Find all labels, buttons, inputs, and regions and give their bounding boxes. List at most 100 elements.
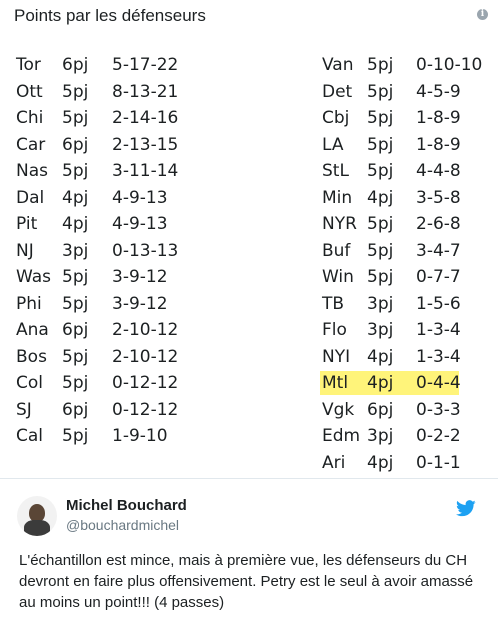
stat-team: Col [16, 373, 43, 393]
stat-team: Min [322, 187, 353, 208]
stat-pts: 0-2-2 [416, 426, 461, 446]
media-title: Points par les défenseurs [14, 6, 206, 25]
stat-pts: 0-10-10 [416, 55, 483, 75]
stat-pts: 3-11-14 [112, 161, 179, 181]
stat-gp: 5pj [62, 161, 89, 181]
stat-pts: 2-10-12 [112, 320, 179, 340]
stat-gp: 4pj [62, 214, 89, 234]
stat-gp: 6pj [62, 55, 89, 75]
stat-team: Mtl [322, 373, 349, 393]
stat-team: Pit [16, 214, 38, 234]
stat-gp: 5pj [367, 240, 394, 261]
stat-pts: 0-1-1 [416, 452, 461, 473]
stat-pts: 0-12-12 [112, 399, 179, 420]
stat-team: LA [322, 134, 344, 155]
stat-team: NYI [322, 346, 351, 367]
stat-gp: 3pj [62, 240, 89, 261]
info-icon[interactable]: i [477, 9, 488, 20]
stat-pts: 8-13-21 [112, 81, 179, 102]
stat-gp: 5pj [62, 426, 89, 446]
stat-gp: 5pj [367, 214, 394, 234]
stat-team: StL [322, 161, 349, 181]
stat-team: Dal [16, 187, 45, 208]
stat-gp: 5pj [367, 81, 394, 102]
stat-pts: 2-6-8 [416, 214, 461, 234]
stat-pts: 1-3-4 [416, 346, 461, 367]
stat-pts: 4-9-13 [112, 187, 168, 208]
tweet-card: Points par les défenseurs i Tor 6pj 5-17-2… [0, 0, 498, 620]
stat-gp: 5pj [62, 108, 89, 128]
tweet-media-image[interactable]: Points par les défenseurs i Tor 6pj 5-17-2… [0, 0, 498, 478]
twitter-bird-icon[interactable] [456, 500, 476, 517]
stat-gp: 5pj [367, 134, 394, 155]
stat-team: Win [322, 267, 354, 287]
stat-pts: 0-12-12 [112, 373, 179, 393]
stat-team: TB [322, 293, 345, 314]
stat-gp: 6pj [62, 320, 89, 340]
stat-gp: 6pj [62, 134, 89, 155]
stat-pts: 2-13-15 [112, 134, 179, 155]
stat-gp: 6pj [62, 399, 89, 420]
stat-gp: 5pj [62, 81, 89, 102]
stat-team: Flo [322, 320, 347, 340]
stat-team: Phi [16, 293, 42, 314]
stat-pts: 0-3-3 [416, 399, 461, 420]
stat-gp: 3pj [367, 426, 394, 446]
stat-pts: 4-5-9 [416, 81, 461, 102]
stat-pts: 5-17-22 [112, 55, 179, 75]
stat-team: Vgk [322, 399, 355, 420]
stat-gp: 5pj [62, 293, 89, 314]
stat-gp: 4pj [367, 346, 394, 367]
stat-gp: 5pj [62, 373, 89, 393]
stat-gp: 4pj [367, 187, 394, 208]
stat-team: Car [16, 134, 46, 155]
avatar-body-shape [24, 520, 50, 536]
author-handle[interactable]: @bouchardmichel [66, 517, 179, 533]
stat-team: Was [16, 267, 51, 287]
stat-pts: 3-9-12 [112, 267, 168, 287]
stat-pts: 3-9-12 [112, 293, 168, 314]
stat-pts: 2-10-12 [112, 346, 179, 367]
stat-pts: 4-9-13 [112, 214, 168, 234]
stat-gp: 4pj [367, 373, 394, 393]
stat-gp: 5pj [62, 346, 89, 367]
stat-team: Van [322, 55, 354, 75]
stat-team: Nas [16, 161, 48, 181]
stat-pts: 1-9-10 [112, 426, 168, 446]
stat-gp: 5pj [367, 267, 394, 287]
stat-gp: 5pj [62, 267, 89, 287]
stat-pts: 1-8-9 [416, 134, 461, 155]
tweet-text: L'échantillon est mince, mais à première… [19, 552, 474, 611]
stat-gp: 6pj [367, 399, 394, 420]
stat-team: Buf [322, 240, 351, 261]
stat-team: Edm [322, 426, 361, 446]
stat-pts: 0-13-13 [112, 240, 179, 261]
stat-team: SJ [16, 399, 32, 420]
stat-gp: 4pj [62, 187, 89, 208]
stat-team: Ott [16, 81, 43, 102]
stat-team: NJ [16, 240, 34, 261]
stat-gp: 5pj [367, 55, 394, 75]
stat-pts: 1-8-9 [416, 108, 461, 128]
stat-gp: 5pj [367, 108, 394, 128]
stat-pts: 3-4-7 [416, 240, 461, 261]
stat-team: NYR [322, 214, 357, 234]
tweet-body: Michel Bouchard @bouchardmichel L'échant… [0, 479, 498, 620]
stat-team: Ari [322, 452, 346, 473]
author-name[interactable]: Michel Bouchard [66, 497, 187, 514]
stat-team: Tor [16, 55, 41, 75]
stat-team: Bos [16, 346, 47, 367]
stat-team: Cal [16, 426, 44, 446]
stat-pts: 2-14-16 [112, 108, 179, 128]
stat-pts: 0-7-7 [416, 267, 461, 287]
stat-pts: 1-5-6 [416, 293, 461, 314]
stat-pts: 1-3-4 [416, 320, 461, 340]
stat-team: Ana [16, 320, 49, 340]
stat-team: Det [322, 81, 353, 102]
stat-pts: 0-4-4 [416, 373, 461, 393]
stat-pts: 3-5-8 [416, 187, 461, 208]
stat-gp: 3pj [367, 293, 394, 314]
stat-gp: 4pj [367, 452, 394, 473]
avatar[interactable] [17, 496, 57, 536]
stat-gp: 3pj [367, 320, 394, 340]
